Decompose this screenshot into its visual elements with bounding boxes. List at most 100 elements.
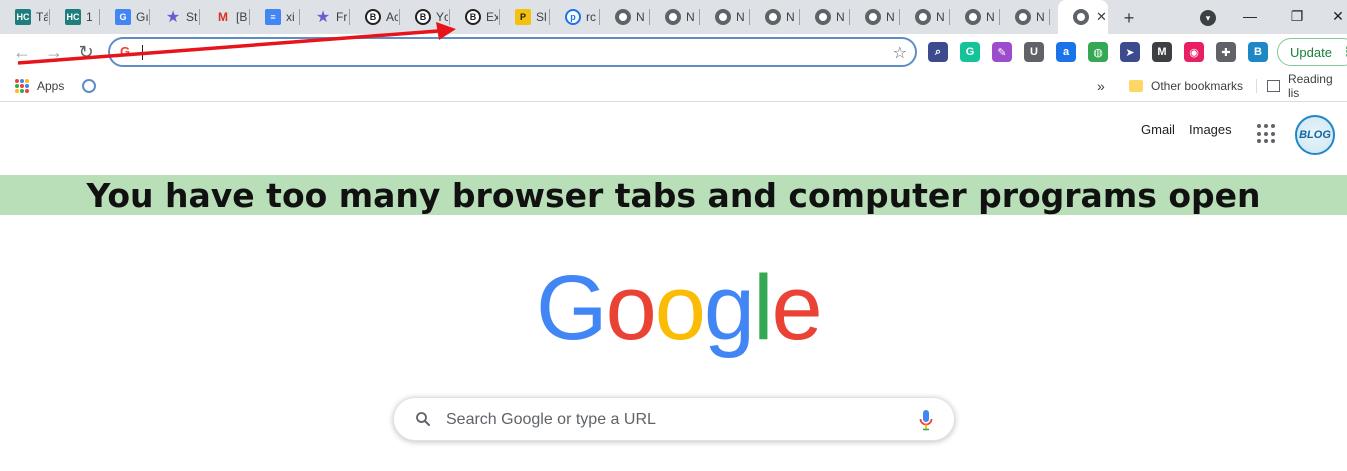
minimize-button[interactable]: — xyxy=(1232,5,1268,27)
logo-letter: e xyxy=(771,256,823,359)
reading-list-label: Reading lis xyxy=(1287,72,1333,100)
tab-11[interactable]: P Sl xyxy=(500,0,550,34)
tab-3[interactable]: G Gı xyxy=(100,0,150,34)
bookmark-reading-list[interactable]: Reading lis xyxy=(1267,72,1347,100)
tab-21[interactable]: N xyxy=(1000,0,1050,34)
tab-active-new-tab[interactable]: ✕ xyxy=(1058,0,1108,34)
tab-5[interactable]: M [B xyxy=(200,0,250,34)
menu-icon[interactable]: ⋮ xyxy=(1341,44,1347,60)
tab-9[interactable]: B Yc xyxy=(400,0,450,34)
pen-icon[interactable]: ✎ xyxy=(992,42,1012,62)
puzzle-icon[interactable]: ✚ xyxy=(1216,42,1236,62)
chrome-page-icon xyxy=(965,9,981,25)
tab-title: Sl xyxy=(536,10,547,24)
tab-4[interactable]: ★ St xyxy=(150,0,200,34)
bookmark-apps[interactable]: Apps xyxy=(15,77,64,95)
bookmarks-overflow-button[interactable]: » xyxy=(1097,77,1105,95)
tab-12[interactable]: p rc xyxy=(550,0,600,34)
chrome-page-icon xyxy=(665,9,681,25)
tab-15[interactable]: N xyxy=(700,0,750,34)
search-tabs-button[interactable]: ▾ xyxy=(1196,6,1220,30)
bookmark-site-icon xyxy=(82,79,96,93)
tab-title: Ac xyxy=(386,10,398,24)
tab-18[interactable]: N xyxy=(850,0,900,34)
logo-letter: G xyxy=(536,256,608,359)
microphone-icon[interactable] xyxy=(918,409,934,431)
tab-20[interactable]: N xyxy=(950,0,1000,34)
browser-toolbar: ← → ↻ G ☆ ⌕ G ✎ Ua ◍ ➤ M ◉ ✚ B Update ⋮ xyxy=(0,34,1347,70)
search-input[interactable]: Search Google or type a URL xyxy=(446,411,656,429)
tab-title: N xyxy=(986,10,995,24)
restore-button[interactable]: ❐ xyxy=(1279,5,1315,27)
google-translate-icon: G xyxy=(115,9,131,25)
tab-title: N xyxy=(686,10,695,24)
new-tab-button[interactable]: + xyxy=(1117,6,1141,30)
bookmark-unnamed[interactable] xyxy=(82,77,96,95)
tab-7[interactable]: ★ Fr xyxy=(300,0,350,34)
bookmark-star-icon[interactable]: ☆ xyxy=(893,43,907,63)
forward-button[interactable]: → xyxy=(42,40,66,64)
avatar-text: BLOG xyxy=(1299,129,1331,141)
bookmark-apps-label: Apps xyxy=(37,79,65,93)
tab-8[interactable]: B Ac xyxy=(350,0,400,34)
at-icon[interactable]: a xyxy=(1056,42,1076,62)
tab-title: rc xyxy=(586,10,596,24)
close-tab-icon[interactable]: ✕ xyxy=(1096,9,1107,25)
back-button[interactable]: ← xyxy=(10,40,34,64)
google-apps-icon[interactable] xyxy=(1257,124,1277,144)
chrome-page-icon xyxy=(615,9,631,25)
tab-17[interactable]: N xyxy=(800,0,850,34)
apps-grid-icon xyxy=(15,79,29,93)
logo-letter: o xyxy=(654,256,706,359)
tab-title: [B xyxy=(236,10,248,24)
docs-icon: ≡ xyxy=(265,9,281,25)
tab-title: N xyxy=(736,10,745,24)
logo-letter: o xyxy=(605,256,657,359)
tab-16[interactable]: N xyxy=(750,0,800,34)
images-link[interactable]: Images xyxy=(1189,122,1232,137)
zoom-icon[interactable]: ⌕ xyxy=(928,42,948,62)
tab-title: xi xyxy=(286,10,295,24)
tab-title: St xyxy=(186,10,198,24)
google-logo: Google xyxy=(536,256,823,359)
logo-letter: l xyxy=(753,256,774,359)
blog-icon[interactable]: B xyxy=(1248,42,1268,62)
tab-title: 1 xyxy=(86,10,93,24)
m-icon[interactable]: M xyxy=(1152,42,1172,62)
pdf-icon: P xyxy=(515,9,531,25)
address-bar[interactable]: G ☆ xyxy=(108,37,917,67)
google-icon: G xyxy=(120,44,131,59)
tab-title: Fr xyxy=(336,10,348,24)
grammarly-icon[interactable]: G xyxy=(960,42,980,62)
color-icon[interactable]: ◉ xyxy=(1184,42,1204,62)
search-box[interactable]: Search Google or type a URL xyxy=(393,397,955,441)
tab-title: N xyxy=(786,10,795,24)
ublock-icon[interactable]: U xyxy=(1024,42,1044,62)
tab-2[interactable]: HC 1 xyxy=(50,0,100,34)
window-close-button[interactable]: ✕ xyxy=(1320,5,1347,27)
reload-button[interactable]: ↻ xyxy=(74,40,98,64)
cursor-icon[interactable]: ➤ xyxy=(1120,42,1140,62)
bookmarks-bar: Apps » Other bookmarks Reading lis xyxy=(0,70,1347,102)
update-label: Update xyxy=(1290,44,1332,60)
bookmark-other[interactable]: Other bookmarks xyxy=(1129,77,1243,95)
tab-13[interactable]: N xyxy=(600,0,650,34)
chrome-page-icon xyxy=(815,9,831,25)
gmail-link[interactable]: Gmail xyxy=(1141,122,1175,137)
search-icon xyxy=(416,412,430,426)
tab-title: Ex xyxy=(486,10,498,24)
update-button[interactable]: Update ⋮ xyxy=(1277,38,1347,66)
p-circle-icon: p xyxy=(565,9,581,25)
bookmarks-divider xyxy=(1256,79,1257,93)
tab-14[interactable]: N xyxy=(650,0,700,34)
tab-19[interactable]: N xyxy=(900,0,950,34)
chrome-page-icon xyxy=(1015,9,1031,25)
tab-title: N xyxy=(936,10,945,24)
tab-6[interactable]: ≡ xi xyxy=(250,0,300,34)
tab-10[interactable]: B Ex xyxy=(450,0,500,34)
globe-icon[interactable]: ◍ xyxy=(1088,42,1108,62)
tab-1[interactable]: HC Tá xyxy=(0,0,50,34)
tab-title: N xyxy=(1036,10,1045,24)
tab-title: N xyxy=(886,10,895,24)
avatar[interactable]: BLOG xyxy=(1295,115,1335,155)
